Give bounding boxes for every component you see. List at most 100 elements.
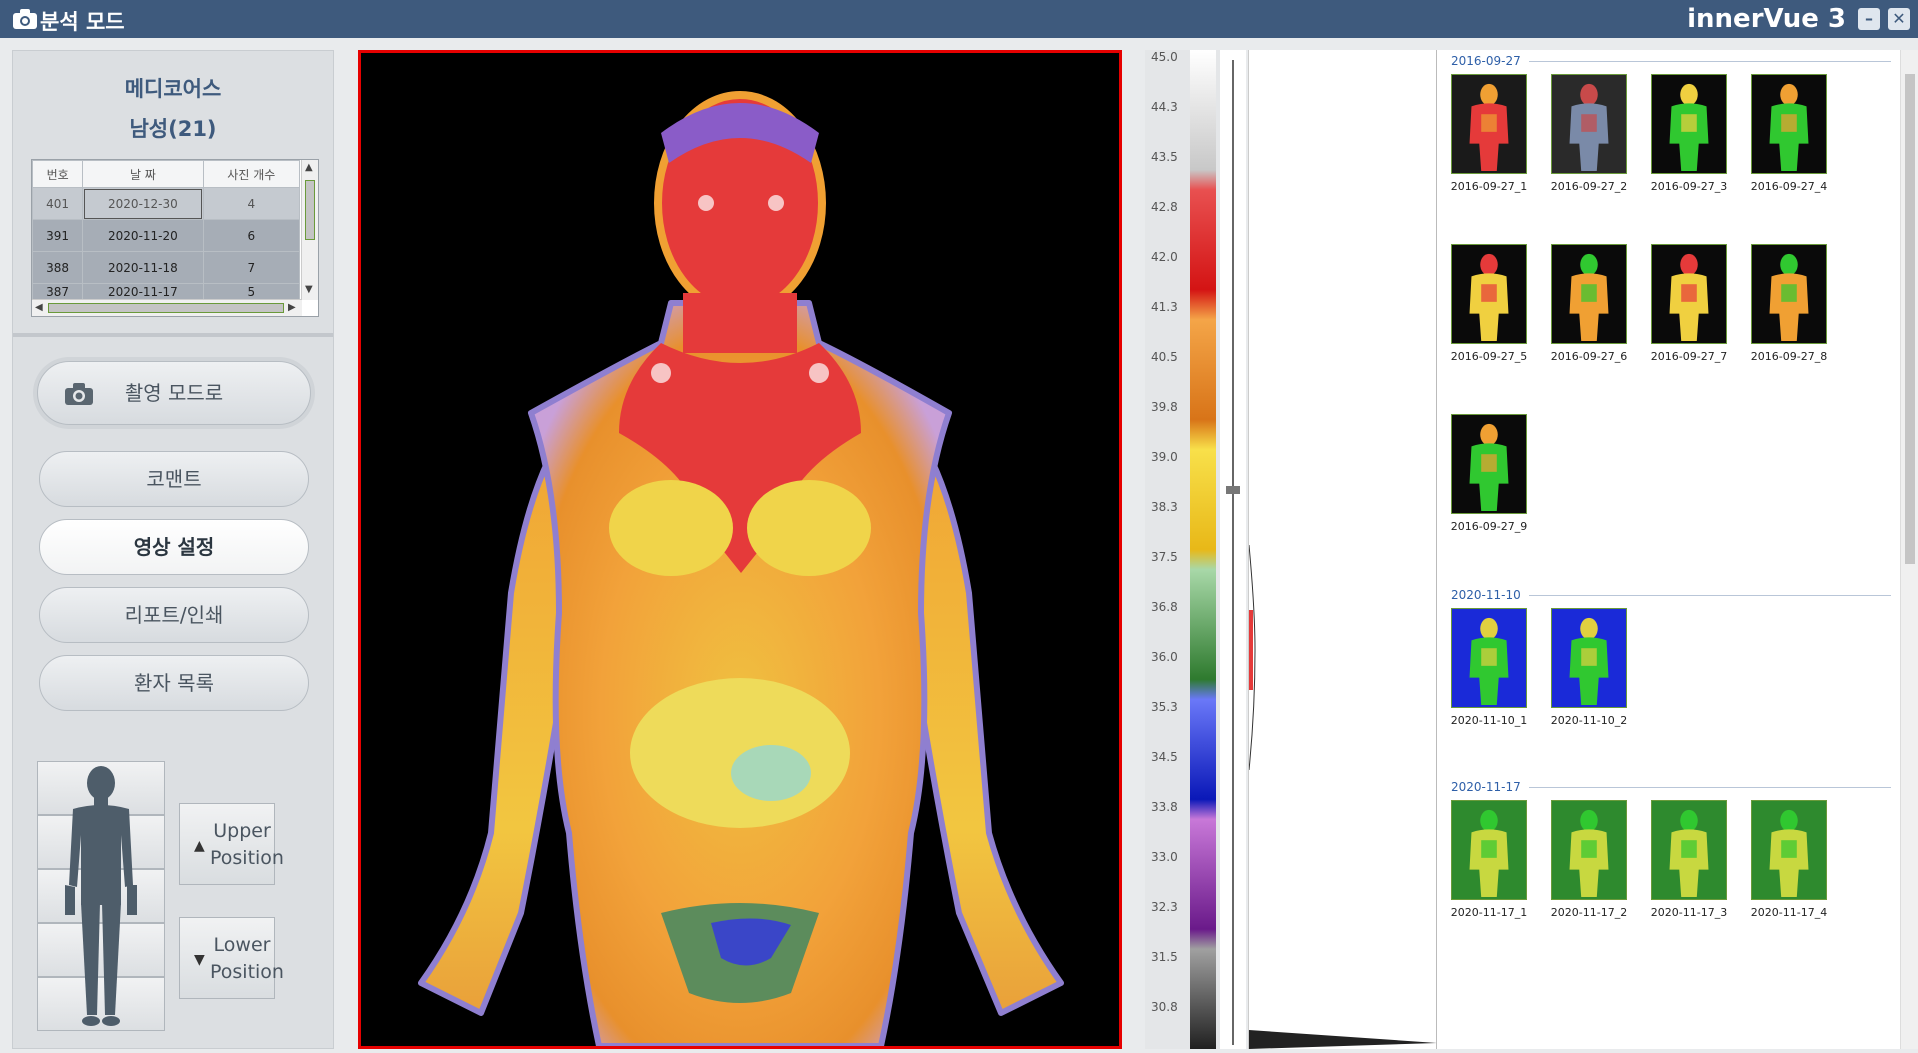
cell-date: 2020-11-17 — [82, 283, 204, 301]
slider-handle[interactable] — [1226, 486, 1240, 494]
thumbnail-image — [1652, 801, 1726, 899]
scroll-up-icon[interactable]: ▲ — [305, 162, 313, 173]
capture-mode-label: 촬영 모드로 — [124, 381, 224, 405]
patient-info: 남성(21) — [129, 117, 217, 141]
triangle-up-icon: ▲ — [194, 838, 205, 854]
gallery-thumbnail[interactable] — [1551, 800, 1627, 900]
thumbnail-image — [1452, 75, 1526, 173]
column-header-number[interactable]: 번호 — [31, 160, 84, 188]
gallery-group-divider — [1529, 61, 1891, 62]
gallery-scroll-thumb[interactable] — [1905, 74, 1915, 564]
thermal-image-viewer[interactable] — [358, 50, 1122, 1049]
thumbnail-image — [1652, 75, 1726, 173]
histogram-panel — [1248, 50, 1437, 1049]
table-vertical-scrollbar[interactable]: ▲ ▼ — [301, 160, 318, 300]
cell-date: 2020-11-18 — [82, 251, 204, 284]
cell-number: 401 — [31, 187, 84, 220]
gallery-thumbnail[interactable] — [1751, 800, 1827, 900]
thumbnail-image — [1552, 609, 1626, 707]
scale-label: 30.8 — [1151, 1000, 1178, 1014]
upper-position-label-2: Position — [210, 847, 284, 869]
scale-label: 38.3 — [1151, 500, 1178, 514]
minimize-button[interactable]: – — [1858, 8, 1880, 30]
cell-count: 6 — [202, 219, 301, 252]
scale-label: 31.5 — [1151, 950, 1178, 964]
thumbnail-caption: 2020-11-17_3 — [1650, 906, 1728, 919]
camera-icon — [65, 383, 93, 405]
gallery-thumbnail[interactable] — [1451, 800, 1527, 900]
thumbnail-caption: 2020-11-17_2 — [1550, 906, 1628, 919]
scale-label: 44.3 — [1151, 100, 1178, 114]
thumbnail-image — [1652, 245, 1726, 343]
scroll-thumb[interactable] — [305, 180, 315, 240]
scale-label: 33.8 — [1151, 800, 1178, 814]
gallery-thumbnail[interactable] — [1751, 244, 1827, 344]
thumbnail-caption: 2016-09-27_2 — [1550, 180, 1628, 193]
table-row[interactable]: 388 2020-11-18 7 — [31, 251, 301, 284]
table-header-row: 번호 날 짜 사진 개수 — [31, 160, 301, 188]
scale-label: 34.5 — [1151, 750, 1178, 764]
gallery-thumbnail[interactable] — [1651, 800, 1727, 900]
gallery-thumbnail[interactable] — [1651, 244, 1727, 344]
thermal-body-image — [418, 91, 1064, 1046]
upper-position-button[interactable]: ▲ Upper Position — [179, 803, 284, 885]
gallery-thumbnail[interactable] — [1451, 414, 1527, 514]
table-horizontal-scrollbar[interactable]: ◀ ▶ — [32, 299, 302, 316]
scale-label: 36.0 — [1151, 650, 1178, 664]
scroll-left-icon[interactable]: ◀ — [35, 302, 43, 313]
gallery-scrollbar[interactable] — [1900, 50, 1918, 1049]
gallery-thumbnail[interactable] — [1451, 74, 1527, 174]
gallery-thumbnail[interactable] — [1551, 74, 1627, 174]
cell-number: 388 — [31, 251, 84, 284]
gallery-group-date: 2016-09-27 — [1451, 54, 1521, 68]
gallery-group-divider — [1529, 595, 1891, 596]
brand-logo: innerVue 3 — [1687, 4, 1846, 34]
scroll-right-icon[interactable]: ▶ — [288, 302, 296, 313]
scroll-down-icon[interactable]: ▼ — [305, 284, 313, 295]
cell-number: 391 — [31, 219, 84, 252]
scale-label: 41.3 — [1151, 300, 1178, 314]
gallery-thumbnail[interactable] — [1551, 244, 1627, 344]
close-button[interactable]: ✕ — [1888, 8, 1910, 30]
patient-list-button[interactable]: 환자 목록 — [39, 655, 309, 711]
gallery-thumbnail[interactable] — [1651, 74, 1727, 174]
column-header-photo-count[interactable]: 사진 개수 — [202, 160, 301, 188]
capture-mode-button[interactable]: 촬영 모드로 — [37, 361, 311, 425]
report-print-button[interactable]: 리포트/인쇄 — [39, 587, 309, 643]
thumbnail-caption: 2020-11-10_1 — [1450, 714, 1528, 727]
gallery-group-date: 2020-11-17 — [1451, 780, 1521, 794]
thumbnail-caption: 2016-09-27_8 — [1750, 350, 1828, 363]
column-header-date[interactable]: 날 짜 — [82, 160, 204, 188]
table-row[interactable]: 391 2020-11-20 6 — [31, 219, 301, 252]
gallery-thumbnail[interactable] — [1451, 608, 1527, 708]
scroll-thumb[interactable] — [48, 303, 284, 313]
thumbnail-image — [1752, 75, 1826, 173]
cell-date: 2020-11-20 — [82, 219, 204, 252]
gallery-thumbnail[interactable] — [1451, 244, 1527, 344]
thumbnail-caption: 2016-09-27_5 — [1450, 350, 1528, 363]
lower-position-label-1: Lower — [213, 934, 271, 956]
lower-position-button[interactable]: ▼ Lower Position — [179, 917, 284, 999]
scale-label: 32.3 — [1151, 900, 1178, 914]
scale-label: 42.8 — [1151, 200, 1178, 214]
comment-button[interactable]: 코맨트 — [39, 451, 309, 507]
image-settings-button[interactable]: 영상 설정 — [39, 519, 309, 575]
cell-number: 387 — [31, 283, 84, 301]
thumbnail-caption: 2016-09-27_7 — [1650, 350, 1728, 363]
gallery-group-date: 2020-11-10 — [1451, 588, 1521, 602]
thumbnail-caption: 2016-09-27_3 — [1650, 180, 1728, 193]
table-row[interactable]: 401 2020-12-30 4 — [31, 187, 301, 220]
scale-label: 33.0 — [1151, 850, 1178, 864]
gallery-thumbnail[interactable] — [1551, 608, 1627, 708]
thumbnail-image — [1452, 245, 1526, 343]
thumbnail-caption: 2016-09-27_4 — [1750, 180, 1828, 193]
thumbnail-caption: 2020-11-17_1 — [1450, 906, 1528, 919]
range-slider[interactable] — [1220, 50, 1246, 1049]
gallery-thumbnail[interactable] — [1751, 74, 1827, 174]
thumbnail-gallery: 2016-09-27 2016-09-27_1 2016-09-27_2 2016-0… — [1436, 50, 1918, 1049]
triangle-down-icon: ▼ — [194, 952, 205, 968]
hospital-name: 메디코어스 — [124, 77, 222, 101]
table-row[interactable]: 387 2020-11-17 5 — [31, 283, 301, 301]
scale-label: 37.5 — [1151, 550, 1178, 564]
thumbnail-caption: 2020-11-10_2 — [1550, 714, 1628, 727]
